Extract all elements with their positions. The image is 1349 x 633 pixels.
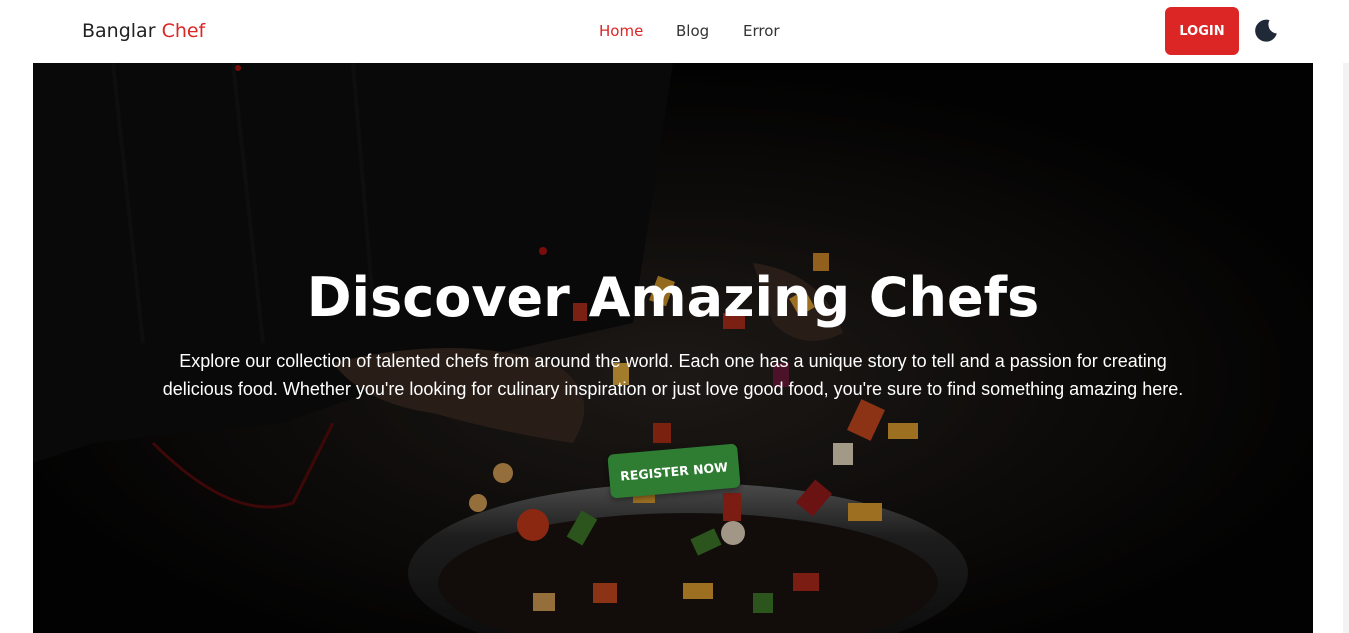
hero-title: Discover Amazing Chefs (306, 266, 1040, 329)
nav-link-blog[interactable]: Blog (676, 22, 709, 40)
nav-link-error[interactable]: Error (743, 22, 780, 40)
login-button[interactable]: LOGIN (1165, 7, 1239, 55)
page-edge (1343, 63, 1349, 633)
hero-description: Explore our collection of talented chefs… (162, 351, 1184, 399)
moon-icon (1255, 19, 1277, 42)
hero-banner: Discover Amazing Chefs Explore our colle… (33, 63, 1313, 633)
navbar: Banglar Chef Home Blog Error LOGIN (0, 0, 1349, 63)
main-nav: Home Blog Error (0, 22, 1349, 42)
nav-link-home[interactable]: Home (599, 22, 643, 40)
theme-toggle[interactable] (1253, 18, 1279, 44)
